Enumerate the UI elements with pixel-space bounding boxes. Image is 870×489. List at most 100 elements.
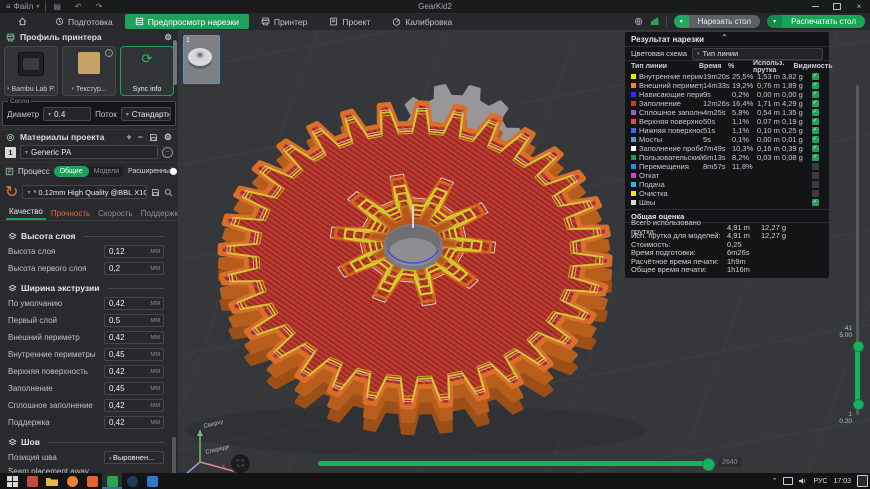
filament-color-swatch[interactable]: 1 [5, 147, 16, 158]
setting-row: Сплошное заполнение0,42мм [8, 397, 164, 414]
filament-select[interactable]: ▾Generic PA [20, 145, 158, 159]
visibility-checkbox[interactable]: ✓ [812, 82, 819, 89]
settings-tab-прочность[interactable]: Прочность [48, 209, 93, 220]
tab-project[interactable]: Проект [319, 14, 380, 29]
remove-filament-icon[interactable]: − [138, 132, 143, 142]
tab-calibration[interactable]: Калибровка [382, 14, 462, 29]
sidebar-scrollbar[interactable] [173, 40, 177, 85]
3d-viewport[interactable]: СверхуСпередиx 1 Результат нарезки ⌃ Цве… [178, 30, 870, 473]
firefox-app[interactable] [62, 473, 82, 489]
network-status-icon[interactable] [634, 17, 643, 26]
tab-preview[interactable]: Предпросмотр нарезки [125, 14, 249, 29]
clock[interactable]: 17:03 [833, 478, 851, 485]
redo-icon[interactable]: ↷ [89, 2, 110, 11]
setting-input[interactable]: 0,42мм [104, 399, 164, 412]
layer-slider-range[interactable] [855, 345, 860, 403]
settings-tab-скорость[interactable]: Скорость [95, 209, 136, 220]
process-mode-global[interactable]: Общие [54, 166, 89, 177]
settings-tab-качество[interactable]: Качество [6, 207, 46, 220]
setting-input[interactable]: 0,42мм [104, 416, 164, 429]
save-filaments-icon[interactable] [149, 133, 158, 142]
minimize-button[interactable] [804, 0, 826, 13]
collapse-filament-icon[interactable]: − [162, 147, 173, 158]
visibility-checkbox[interactable]: ✓ [812, 136, 819, 143]
layer-slider-top-handle[interactable] [853, 341, 864, 352]
setting-input[interactable]: 0,2мм [104, 262, 164, 275]
setting-input[interactable]: 0,12мм [104, 245, 164, 258]
setting-input[interactable]: 0,42мм [104, 297, 164, 310]
print-dropdown-icon[interactable]: ▾ [767, 15, 782, 28]
setting-input[interactable]: 0,45мм [104, 348, 164, 361]
printer-icon [6, 33, 15, 42]
notification-center-icon[interactable] [857, 475, 868, 487]
app-red[interactable] [22, 473, 42, 489]
process-mode-switch[interactable]: Общие Модели [54, 166, 124, 177]
visibility-checkbox[interactable]: ✓ [812, 127, 819, 134]
app-blue[interactable] [142, 473, 162, 489]
network-tray-icon[interactable] [783, 477, 793, 485]
plate-thumbnail[interactable]: 1 [183, 35, 220, 84]
flow-select[interactable]: ▾Стандартный [121, 107, 171, 121]
move-slider-track[interactable] [318, 461, 710, 466]
sync-info-button[interactable]: ⟳ Sync info [120, 46, 174, 96]
visibility-checkbox[interactable]: ✓ [812, 91, 819, 98]
save-preset-icon[interactable] [151, 188, 160, 197]
print-plate-button[interactable]: ▾ Распечатать стол [767, 15, 865, 28]
gear-model[interactable] [185, 86, 645, 456]
filament-settings-gear-icon[interactable]: ⚙ [164, 132, 172, 143]
info-icon[interactable]: i [105, 49, 113, 57]
plate-type-card[interactable]: i ▾Текстур... [62, 46, 116, 96]
maximize-button[interactable] [826, 0, 848, 13]
language-indicator[interactable]: РУС [813, 478, 827, 485]
visibility-checkbox[interactable] [812, 181, 819, 188]
visibility-checkbox[interactable] [812, 190, 819, 197]
visibility-checkbox[interactable]: ✓ [812, 109, 819, 116]
close-button[interactable]: × [848, 0, 870, 13]
explorer-app[interactable] [42, 473, 62, 489]
color-scheme-select[interactable]: ▾ Тип линии [692, 48, 823, 60]
new-project-icon[interactable]: ▤ [46, 2, 68, 11]
search-settings-icon[interactable] [164, 188, 173, 197]
plate-settings-button[interactable]: ⛶ [230, 453, 251, 473]
visibility-checkbox[interactable] [812, 172, 819, 179]
settings-tab-поддержка[interactable]: Поддержка [138, 209, 179, 220]
printer-settings-gear-icon[interactable]: ⚙ [164, 32, 172, 43]
diameter-select[interactable]: ▾0.4 [43, 107, 91, 121]
undo-icon[interactable]: ↶ [68, 2, 89, 11]
app-orange[interactable] [82, 473, 102, 489]
setting-select[interactable]: ▾ Выровнен... [104, 451, 164, 464]
tray-expand-icon[interactable]: ⌃ [772, 477, 778, 485]
settings-scrollbar[interactable] [172, 437, 176, 473]
visibility-checkbox[interactable]: ✓ [812, 100, 819, 107]
visibility-checkbox[interactable]: ✓ [812, 199, 819, 206]
setting-input[interactable]: 0,5мм [104, 314, 164, 327]
visibility-checkbox[interactable] [812, 163, 819, 170]
app-navy[interactable] [122, 473, 142, 489]
slice-plate-button[interactable]: ▾ Нарезать стол [674, 15, 760, 28]
add-filament-icon[interactable]: + [126, 132, 131, 142]
volume-icon[interactable] [799, 477, 807, 485]
visibility-checkbox[interactable]: ✓ [812, 154, 819, 161]
layer-slider-bottom-handle[interactable] [853, 399, 864, 410]
tab-printer[interactable]: Принтер [251, 14, 318, 29]
printer-select-card[interactable]: ▾Bambu Lab P1S [4, 46, 58, 96]
file-menu[interactable]: ≡ Файл ▾ [0, 0, 45, 13]
home-tab[interactable] [1, 14, 43, 29]
visibility-checkbox[interactable]: ✓ [812, 145, 819, 152]
tab-prepare[interactable]: Подготовка [45, 14, 123, 29]
setting-input[interactable]: 0,42мм [104, 365, 164, 378]
visibility-checkbox[interactable]: ✓ [812, 118, 819, 125]
setting-input[interactable]: 0,42мм [104, 331, 164, 344]
slice-dropdown-icon[interactable]: ▾ [674, 15, 689, 28]
slicer-app-active[interactable] [102, 473, 122, 489]
collapse-panel-icon[interactable]: ⌃ [721, 33, 728, 42]
process-mode-objects[interactable]: Модели [89, 168, 124, 175]
process-preset-select[interactable]: ▾* 0.12mm High Quality @BBL X1C [22, 185, 147, 199]
modified-preset-icon[interactable]: ↻ [5, 182, 18, 202]
slice-plate-stats-icon[interactable] [650, 17, 659, 26]
move-slider-handle[interactable] [702, 458, 715, 471]
visibility-checkbox[interactable]: ✓ [812, 73, 819, 80]
setting-input[interactable]: 0,45мм [104, 382, 164, 395]
setting-label: Верхняя поверхность [8, 367, 104, 376]
start-button[interactable] [2, 473, 22, 489]
